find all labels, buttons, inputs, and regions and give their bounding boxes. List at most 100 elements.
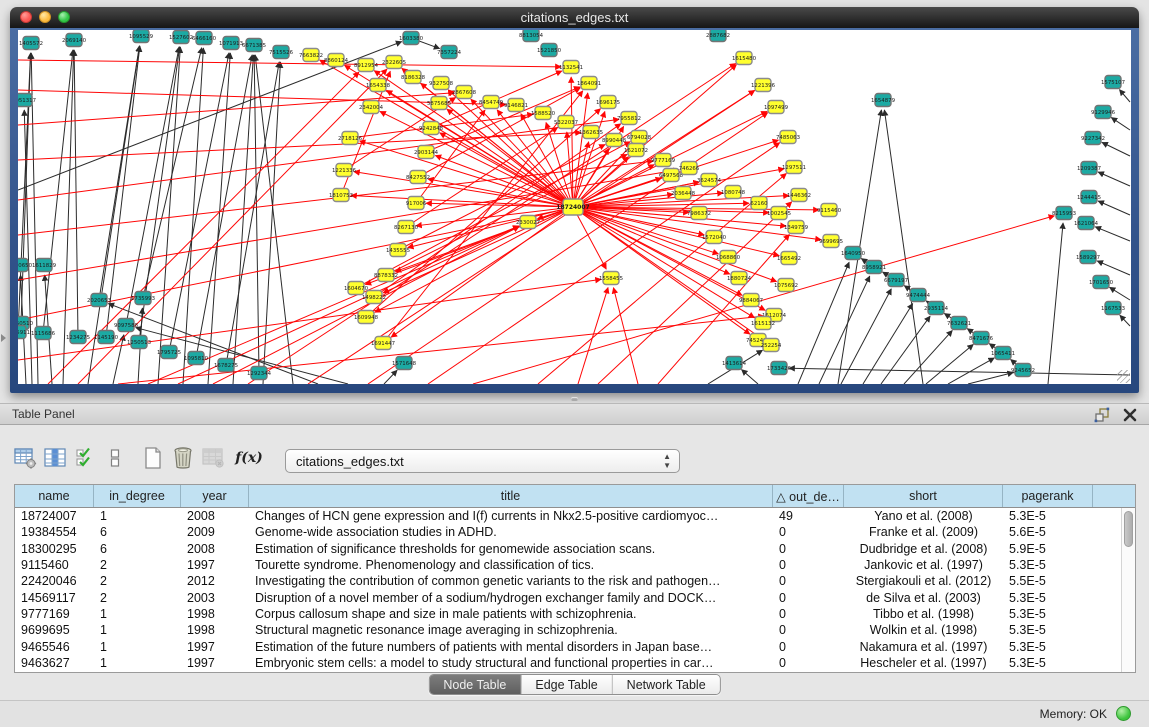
column-header-year[interactable]: year [181,485,249,507]
float-panel-icon[interactable] [1093,406,1111,424]
network-node-label: 1604670 [344,286,369,292]
close-window-icon[interactable] [20,11,32,23]
table-cell: 9777169 [15,607,94,621]
network-node-label: 1362635 [579,130,603,136]
tab-edge-table[interactable]: Edge Table [521,675,612,694]
network-node-label: 9699695 [819,239,843,245]
network-node-label: 1349759 [784,225,809,231]
network-node-label: 2935114 [924,306,949,312]
network-node-label: 2330027 [516,220,540,226]
network-edge [742,370,758,384]
minimize-window-icon[interactable] [39,11,51,23]
column-header-in_degree[interactable]: in_degree [94,485,181,507]
column-header-out_de[interactable]: △ out_de… [773,485,844,507]
memory-status-icon[interactable] [1116,706,1131,721]
column-header-name[interactable]: name [15,485,94,507]
network-node-label: 1527602 [169,35,193,41]
table-selector-value: citations_edges.txt [296,454,404,469]
network-edge [884,110,923,384]
table-cell: Tibbo et al. (1998) [844,607,1003,621]
table-row[interactable]: 2242004622012Investigating the contribut… [15,573,1121,589]
delete-column-button[interactable] [168,444,198,472]
network-node-label: 9777169 [651,158,676,164]
table-cell: 2008 [181,509,249,523]
network-node-label: 917006 [406,201,427,207]
network-node-label: 1071913 [219,41,243,47]
table-row[interactable]: 946362711997Embryonic stem cells: a mode… [15,655,1121,671]
table-cell: 1 [94,640,181,654]
function-builder-button[interactable]: f(x) [234,444,264,472]
network-node-label: 1640950 [841,251,866,257]
table-rows: 1872400712008Changes of HCN gene express… [15,508,1121,672]
network-node-label: 1733426 [767,366,792,372]
table-cell: 1997 [181,656,249,670]
network-node-label: 7663822 [299,53,323,59]
table-cell: 9115460 [15,558,94,572]
scrollbar-thumb[interactable] [1124,511,1133,547]
network-node-label: 1691447 [371,341,395,347]
table-row[interactable]: 1872400712008Changes of HCN gene express… [15,508,1121,524]
network-node-label: 1002545 [767,211,791,217]
network-node-label: 252254 [761,343,782,349]
horizontal-splitter[interactable] [0,395,1149,403]
table-header-row: namein_degreeyeartitle△ out_de…shortpage… [15,485,1135,508]
network-edge [968,372,1013,384]
network-node-label: 1589297 [1076,255,1100,261]
zoom-window-icon[interactable] [58,11,70,23]
table-row[interactable]: 1456911722003Disruption of a novel membe… [15,589,1121,605]
network-edge [254,55,259,373]
network-node-label: 1080748 [721,190,746,196]
table-row[interactable]: 946554611997Estimation of the future num… [15,638,1121,654]
table-cell: 5.3E-5 [1003,640,1093,654]
split-pane-collapse-handle[interactable] [1,334,6,342]
network-node-label: 1405572 [19,41,43,47]
network-edge [904,330,952,384]
table-cell: Embryonic stem cells: a model to study s… [249,656,773,670]
table-cell: Yano et al. (2008) [844,509,1003,523]
close-panel-icon[interactable] [1121,406,1139,424]
window-resize-grip[interactable] [1117,370,1130,383]
table-cell: 5.3E-5 [1003,558,1093,572]
network-canvas[interactable]: 1405572206914010955291527602646616010719… [18,30,1131,384]
network-node-label: 9227342 [1081,136,1105,142]
table-type-tabs: Node TableEdge TableNetwork Table [428,674,720,695]
network-window-titlebar[interactable]: citations_edges.txt [10,7,1139,28]
column-header-short[interactable]: short [844,485,1003,507]
citation-network-graph[interactable]: 1405572206914010955291527602646616010719… [18,30,1131,384]
network-edge [18,132,581,160]
table-cell: 1997 [181,640,249,654]
tab-network-table[interactable]: Network Table [613,675,720,694]
tab-node-table[interactable]: Node Table [429,675,521,694]
table-cell: Hescheler et al. (1997) [844,656,1003,670]
network-node-label: 1603380 [399,36,424,42]
table-selector-dropdown[interactable]: citations_edges.txt ▲▼ [285,449,680,473]
table-row[interactable]: 1830029562008Estimation of significance … [15,541,1121,557]
network-node-label: 1810753 [329,193,353,199]
network-edge [1119,90,1130,102]
select-columns-button[interactable] [70,444,100,472]
row-height-button[interactable] [100,444,130,472]
table-mode-button[interactable] [10,444,40,472]
network-node-label: 62160 [750,201,768,207]
column-header-title[interactable]: title [249,485,773,507]
table-row[interactable]: 969969511998Structural magnetic resonanc… [15,622,1121,638]
network-node-label: 6679197 [884,278,908,284]
network-node-label: 9242848 [419,126,444,132]
table-cell: 2003 [181,591,249,605]
show-columns-button[interactable] [40,444,70,472]
network-edge [213,227,519,384]
network-node-label: 2520650 [18,263,33,269]
vertical-scrollbar[interactable] [1121,508,1135,672]
network-node-label: 2342004 [359,105,384,111]
table-cell: Genome-wide association studies in ADHD. [249,525,773,539]
new-column-button[interactable] [138,444,168,472]
table-cell: 0 [773,623,844,637]
network-node-label: 7515526 [269,50,294,56]
column-header-pagerank[interactable]: pagerank [1003,485,1093,507]
table-cell: 9699695 [15,623,94,637]
table-cell: 19384554 [15,525,94,539]
table-row[interactable]: 911546021997Tourette syndrome. Phenomeno… [15,557,1121,573]
network-node-label: 1572040 [702,235,727,241]
table-row[interactable]: 1938455462009Genome-wide association stu… [15,524,1121,540]
table-row[interactable]: 977716911998Corpus callosum shape and si… [15,606,1121,622]
